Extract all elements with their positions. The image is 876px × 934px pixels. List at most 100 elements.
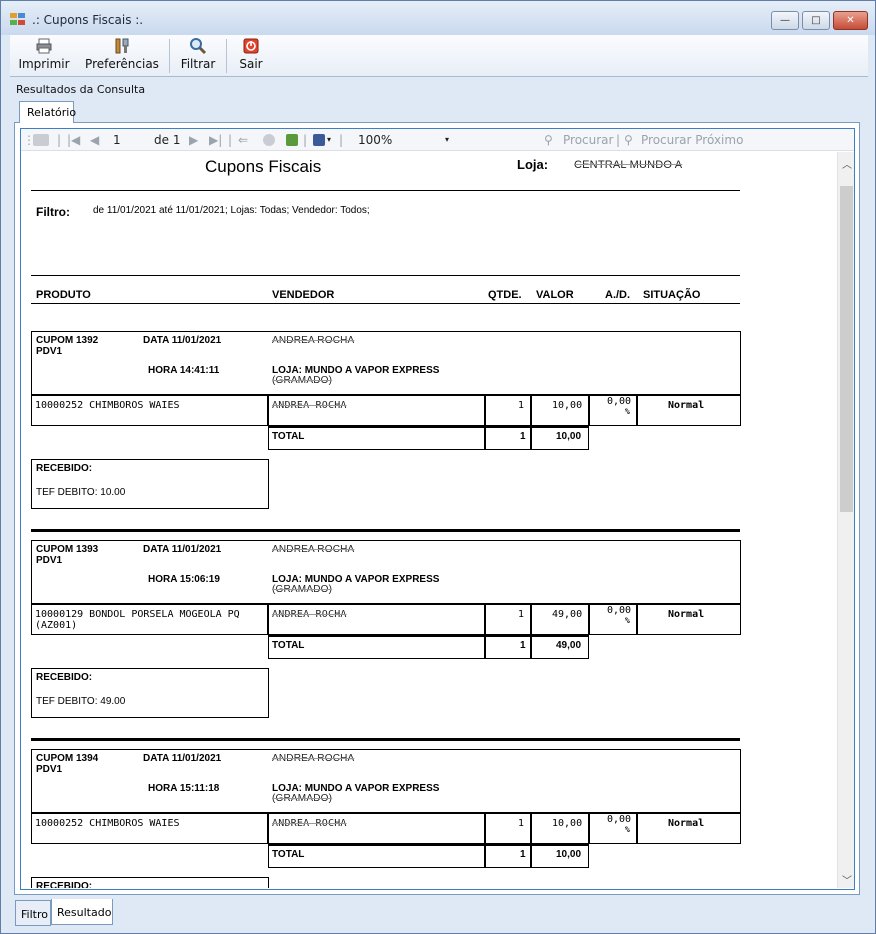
preferences-button[interactable]: Preferências [82, 37, 162, 75]
received-value: TEF DEBITO: 10.00 [36, 487, 126, 498]
item-product: 10000252 CHIMBOROS WAIES [35, 818, 180, 829]
page-of-label: de 1 [154, 133, 181, 147]
coupon-header-box [31, 540, 741, 604]
magnifier-icon [189, 37, 207, 55]
print-button[interactable]: Imprimir [16, 37, 72, 75]
store-value: CENTRAL MUNDO A [574, 159, 683, 171]
coupon-time: HORA 15:06:19 [148, 574, 220, 585]
filter-label: Filtrar [180, 57, 216, 71]
item-ad-pct: % [625, 407, 630, 416]
item-qty-cell [485, 395, 531, 426]
coupon-separator [31, 529, 740, 532]
tab-result[interactable]: Resultado [51, 899, 113, 925]
item-ad: 0,00 [607, 605, 632, 616]
preferences-label: Preferências [85, 57, 159, 71]
tab-report[interactable]: Relatório [19, 101, 76, 123]
divider [31, 303, 740, 304]
coupon-pdv: PDV1 [36, 764, 63, 775]
received-label: RECEBIDO: [36, 881, 93, 888]
store-label: Loja: [517, 157, 549, 172]
item-qty-cell [485, 604, 531, 635]
item-qty: 1 [518, 818, 525, 829]
filter-button[interactable]: Filtrar [176, 37, 220, 75]
printer-icon [35, 37, 53, 55]
item-qty: 1 [518, 400, 525, 411]
coupon-separator [31, 738, 740, 741]
exit-label: Sair [239, 57, 263, 71]
group-label: Resultados da Consulta [16, 83, 146, 96]
item-status: Normal [668, 400, 705, 411]
item-product-ref: (AZ001) [35, 620, 78, 631]
item-status: Normal [668, 609, 705, 620]
minimize-button[interactable]: — [771, 11, 799, 30]
coupon-header-box [31, 331, 741, 395]
scroll-up-icon[interactable]: ︿ [842, 156, 852, 171]
export-icon[interactable] [313, 134, 325, 146]
coupon-number: CUPOM 1393 [36, 544, 99, 555]
coupon-header-box [31, 749, 741, 813]
exit-button[interactable]: Sair [232, 37, 270, 75]
header-value: VALOR [536, 289, 574, 301]
stop-icon[interactable] [263, 134, 275, 146]
power-icon [242, 37, 260, 55]
find-button[interactable]: Procurar [563, 133, 613, 147]
document-map-icon[interactable] [33, 134, 49, 146]
binoculars-next-icon: ⚲ [624, 133, 633, 147]
header-product: PRODUTO [36, 289, 91, 301]
divider [31, 190, 740, 191]
item-status: Normal [668, 818, 705, 829]
separator: | [339, 133, 344, 147]
refresh-icon[interactable] [286, 134, 298, 146]
coupon-number: CUPOM 1394 [36, 753, 99, 764]
coupon-seller: ANDREA ROCHA [272, 335, 355, 346]
filter-label: Filtro: [36, 205, 70, 219]
coupon-time: HORA 15:11:18 [148, 783, 220, 794]
total-qty: 1 [520, 640, 526, 651]
item-seller: ANDREA ROCHA [272, 818, 347, 829]
toolbar: Imprimir Preferências Filtrar Sair [10, 35, 868, 77]
maximize-button[interactable]: □ [802, 11, 830, 30]
zoom-dropdown-icon[interactable]: ▾ [445, 135, 449, 144]
filter-value: de 11/01/2021 até 11/01/2021; Lojas: Tod… [93, 205, 370, 216]
coupon-time: HORA 14:41:11 [148, 365, 220, 376]
item-product: 10000252 CHIMBOROS WAIES [35, 400, 180, 411]
report-page: Cupons Fiscais Loja: CENTRAL MUNDO A Fil… [22, 152, 837, 888]
first-page-icon[interactable]: |◀ [67, 133, 80, 147]
separator: | [616, 133, 621, 147]
coupon-store-city: (GRAMADO) [272, 584, 333, 595]
item-ad-pct: % [625, 825, 630, 834]
item-qty-cell [485, 813, 531, 844]
header-qty: QTDE. [488, 289, 522, 301]
last-page-icon[interactable]: ▶| [209, 133, 222, 147]
page-input[interactable]: 1 [113, 133, 121, 147]
close-button[interactable]: ✕ [833, 11, 868, 30]
header-status: SITUAÇÃO [643, 289, 701, 301]
coupon-date: DATA 11/01/2021 [143, 335, 222, 346]
tab-filter[interactable]: Filtro [15, 900, 51, 926]
vertical-scrollbar[interactable]: ︿ ﹀ [837, 152, 854, 888]
next-page-icon[interactable]: ▶ [189, 133, 198, 147]
item-seller: ANDREA ROCHA [272, 400, 347, 411]
coupon-seller: ANDREA ROCHA [272, 753, 355, 764]
report-title: Cupons Fiscais [205, 157, 322, 176]
total-qty: 1 [520, 849, 526, 860]
item-ad: 0,00 [607, 396, 632, 407]
divider [31, 275, 740, 276]
toolbar-separator [226, 39, 227, 73]
scroll-down-icon[interactable]: ﹀ [842, 872, 852, 887]
scroll-thumb[interactable] [840, 186, 853, 512]
zoom-select[interactable]: 100% [358, 133, 392, 147]
report-toolbar: ⋮ | |◀ ◀ 1 de 1 ▶ ▶| | ⇐ | ▾ | 100% ▾ ⚲ … [21, 129, 854, 151]
total-value: 49,00 [556, 640, 582, 651]
item-ad: 0,00 [607, 814, 632, 825]
binoculars-icon: ⚲ [544, 133, 553, 147]
back-icon[interactable]: ⇐ [238, 133, 248, 147]
export-dropdown-icon[interactable]: ▾ [327, 135, 331, 144]
item-value: 49,00 [552, 609, 583, 620]
coupon-store-city: (GRAMADO) [272, 375, 333, 386]
item-ad-pct: % [625, 616, 630, 625]
coupon-pdv: PDV1 [36, 346, 63, 357]
prev-page-icon[interactable]: ◀ [90, 133, 99, 147]
find-next-button[interactable]: Procurar Próximo [641, 133, 743, 147]
app-icon [10, 13, 26, 26]
